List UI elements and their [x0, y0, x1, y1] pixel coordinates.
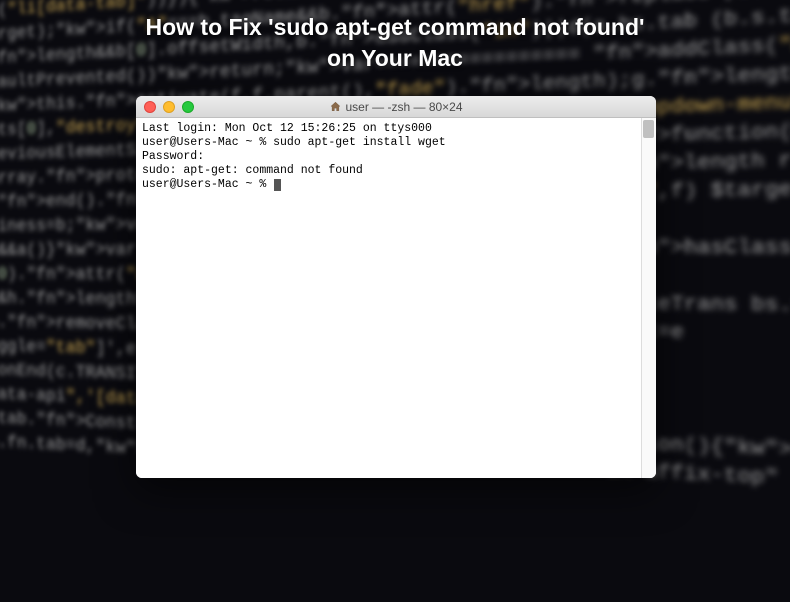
headline-line-2: on Your Mac: [327, 45, 463, 71]
window-title: user — -zsh — 80×24: [329, 100, 462, 114]
home-icon: [329, 101, 341, 113]
traffic-light-buttons: [144, 101, 194, 113]
terminal-cursor: [274, 179, 281, 191]
terminal-line: user@Users-Mac ~ % sudo apt-get install …: [142, 136, 650, 150]
close-window-button[interactable]: [144, 101, 156, 113]
window-titlebar[interactable]: user — -zsh — 80×24: [136, 96, 656, 118]
terminal-line: sudo: apt-get: command not found: [142, 164, 650, 178]
scrollbar-thumb[interactable]: [643, 120, 654, 138]
terminal-line: Password:: [142, 150, 650, 164]
maximize-window-button[interactable]: [182, 101, 194, 113]
scrollbar-track[interactable]: [641, 118, 656, 478]
article-headline: How to Fix 'sudo apt-get command not fou…: [0, 12, 790, 74]
minimize-window-button[interactable]: [163, 101, 175, 113]
headline-line-1: How to Fix 'sudo apt-get command not fou…: [145, 14, 644, 40]
terminal-line: Last login: Mon Oct 12 15:26:25 on ttys0…: [142, 122, 650, 136]
window-title-text: user — -zsh — 80×24: [345, 100, 462, 114]
terminal-window: user — -zsh — 80×24 Last login: Mon Oct …: [136, 96, 656, 478]
terminal-body[interactable]: Last login: Mon Oct 12 15:26:25 on ttys0…: [136, 118, 656, 478]
terminal-line: user@Users-Mac ~ %: [142, 178, 650, 192]
